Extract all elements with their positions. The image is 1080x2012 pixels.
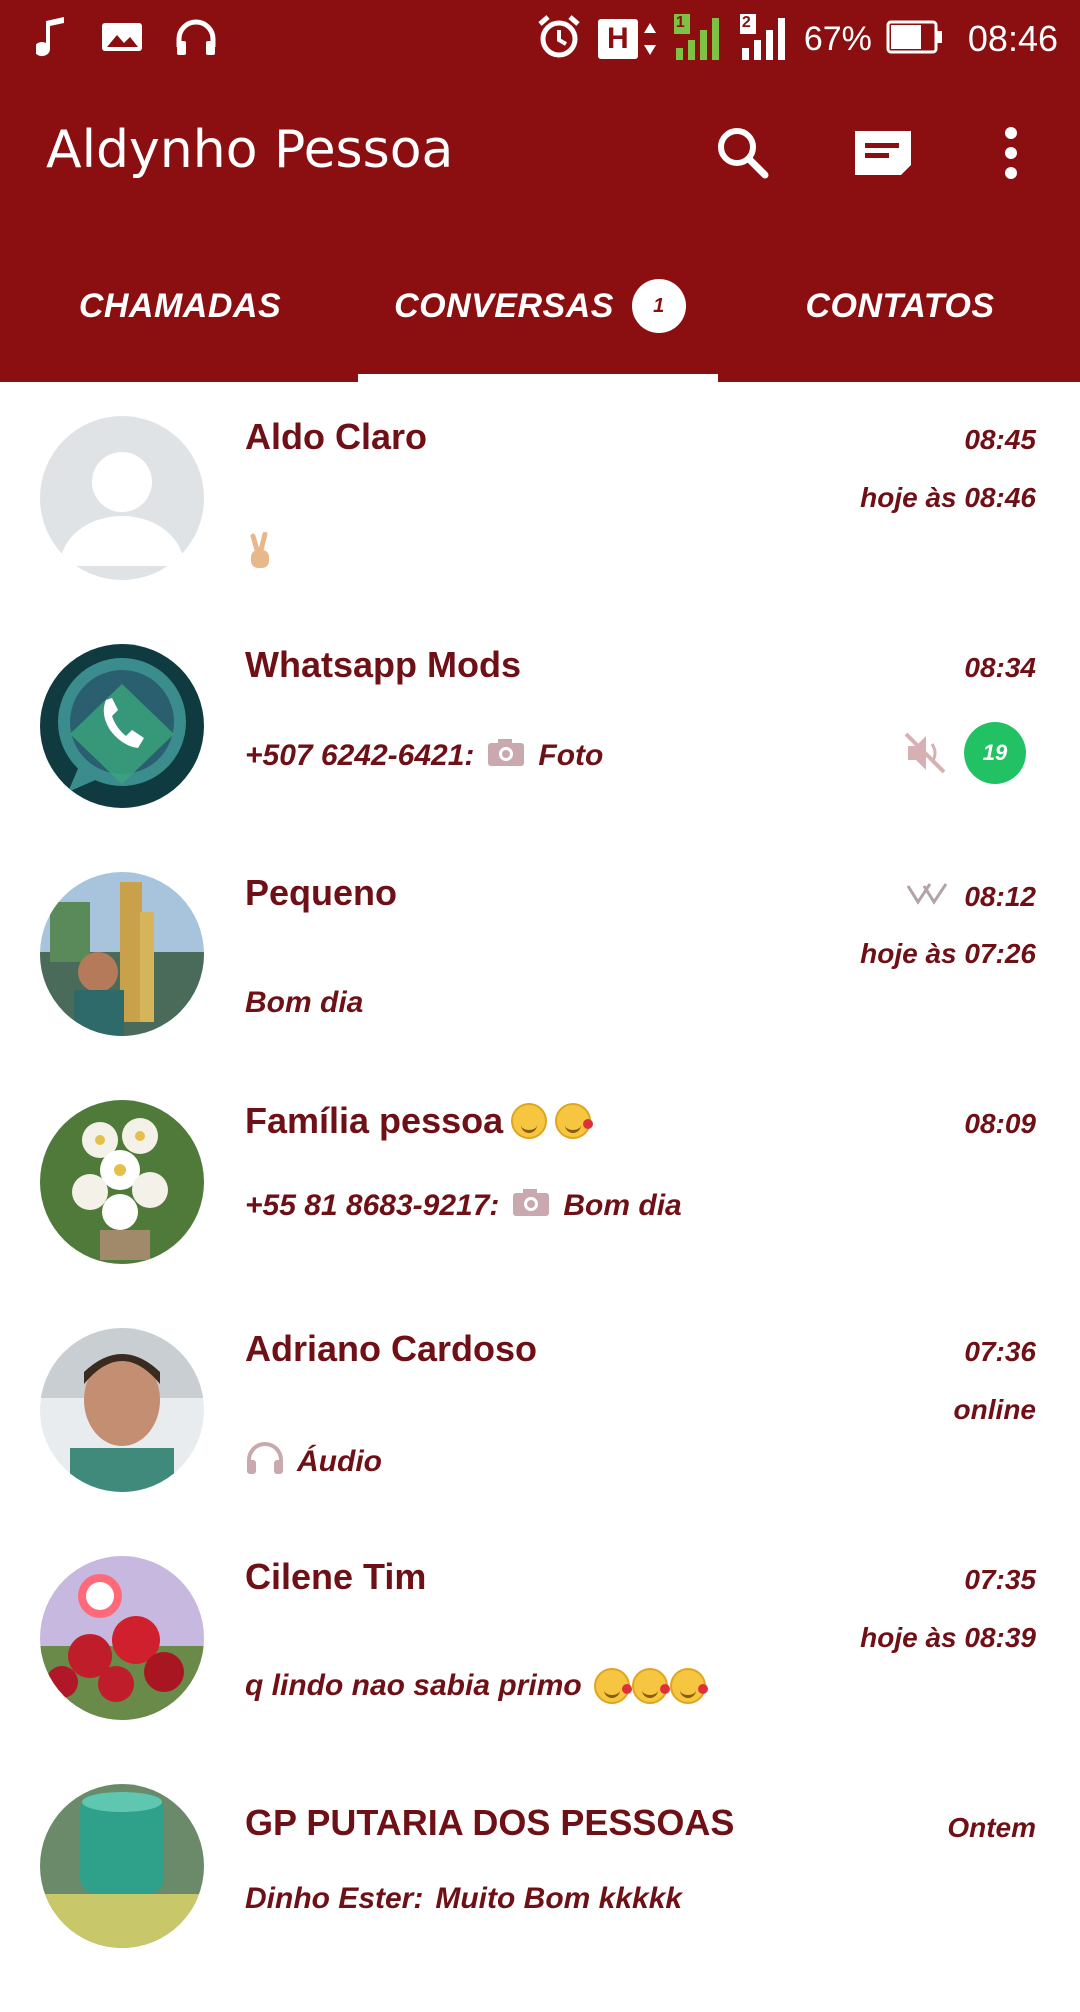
unread-badge: 19 [964, 722, 1026, 784]
contact-name: Família pessoa [245, 1100, 594, 1142]
avatar[interactable] [40, 1328, 204, 1492]
search-icon[interactable] [708, 118, 778, 188]
new-chat-icon[interactable] [848, 118, 918, 188]
avatar[interactable] [40, 416, 204, 580]
battery-icon [886, 20, 944, 59]
smile-emoji-icon [511, 1103, 548, 1139]
message-text: Bom dia [245, 986, 364, 1019]
tab-label: CHAMADAS [78, 286, 282, 325]
message-time: Ontem [947, 1812, 1036, 1843]
message-sender: +507 6242-6421: [245, 739, 475, 772]
active-tab-indicator [358, 374, 718, 382]
message-time: 08:09 [964, 1108, 1036, 1139]
avatar[interactable] [40, 1784, 204, 1948]
message-text: Foto [538, 739, 604, 772]
avatar[interactable] [40, 872, 204, 1036]
clock: 08:46 [967, 18, 1058, 59]
avatar[interactable] [40, 1556, 204, 1720]
message-time: 08:12 [906, 880, 1036, 913]
last-seen: online [953, 1394, 1036, 1425]
kiss-emoji-icon [669, 1668, 708, 1704]
music-icon [34, 15, 70, 64]
message-text: Bom dia [563, 1189, 682, 1222]
contact-name: Pequeno [245, 872, 398, 913]
message-text: q lindo nao sabia primo [245, 1669, 582, 1702]
chat-row[interactable]: Adriano Cardoso 07:36 online Áudio [0, 1328, 1080, 1556]
message-preview: +55 81 8683-9217: Bom dia [245, 1186, 682, 1226]
muted-icon [902, 730, 948, 776]
last-seen: hoje às 08:46 [860, 482, 1036, 513]
contact-name: Aldo Claro [245, 416, 428, 457]
battery-percent: 67% [803, 19, 872, 58]
status-bar: H 1 2 67% 08:46 [0, 0, 1080, 78]
status-notifications [34, 12, 218, 66]
avatar[interactable] [40, 1100, 204, 1264]
message-time: 07:35 [964, 1564, 1036, 1595]
tab-label: CONTATOS [805, 286, 995, 325]
message-sender: Dinho Ester: [245, 1882, 424, 1915]
double-check-icon [906, 880, 950, 913]
image-icon [100, 19, 144, 60]
alarm-icon [534, 12, 584, 67]
kiss-emoji-icon [555, 1103, 594, 1139]
message-preview: Bom dia [245, 986, 363, 1020]
unread-count-badge: 1 [631, 279, 686, 333]
network-icon: H [597, 19, 658, 59]
headset-icon [174, 17, 218, 62]
message-time: 08:45 [964, 424, 1036, 455]
signal-icon: 1 [672, 12, 724, 67]
signal-icon: 2 [738, 12, 790, 67]
chat-row[interactable]: Família pessoa 08:09 +55 81 8683-9217: B… [0, 1100, 1080, 1328]
tab-conversas[interactable]: CONVERSAS 1 [380, 278, 700, 334]
app-title: Aldynho Pessoa [46, 120, 454, 180]
tab-chamadas[interactable]: CHAMADAS [40, 278, 320, 334]
tab-label: CONVERSAS [394, 286, 614, 325]
message-preview: Áudio [245, 1440, 382, 1484]
status-system: H 1 2 67% 08:46 [534, 10, 1058, 68]
contact-name: Cilene Tim [245, 1556, 427, 1597]
message-text: Áudio [297, 1445, 382, 1478]
message-sender: +55 81 8683-9217: [245, 1189, 500, 1222]
kiss-emoji-icon [631, 1668, 670, 1704]
last-seen: hoje às 08:39 [860, 1622, 1036, 1653]
camera-icon [486, 736, 526, 776]
chat-row[interactable]: Cilene Tim 07:35 hoje às 08:39 q lindo n… [0, 1556, 1080, 1784]
message-preview: q lindo nao sabia primo [245, 1668, 708, 1704]
camera-icon [511, 1186, 551, 1226]
message-text: Muito Bom kkkkk [435, 1882, 683, 1915]
message-preview: +507 6242-6421: Foto [245, 736, 603, 776]
contact-name: Adriano Cardoso [245, 1328, 538, 1369]
avatar[interactable] [40, 644, 204, 808]
message-time: 08:34 [964, 652, 1036, 683]
kiss-emoji-icon [593, 1668, 632, 1704]
chat-row[interactable]: Aldo Claro 08:45 hoje às 08:46 [0, 416, 1080, 644]
message-preview: Dinho Ester: Muito Bom kkkkk [245, 1882, 682, 1916]
more-vert-icon[interactable] [976, 118, 1046, 188]
last-seen: hoje às 07:26 [860, 938, 1036, 969]
contact-name: GP PUTARIA DOS PESSOAS [245, 1802, 735, 1843]
chat-row[interactable]: Pequeno 08:12 hoje às 07:26 Bom dia [0, 872, 1080, 1100]
chat-row[interactable]: Whatsapp Mods 08:34 +507 6242-6421: Foto… [0, 644, 1080, 872]
tab-contatos[interactable]: CONTATOS [760, 278, 1040, 334]
chat-row[interactable]: GP PUTARIA DOS PESSOAS Ontem Dinho Ester… [0, 1784, 1080, 2012]
app-header: H 1 2 67% 08:46 Aldynho Pessoa CHAMADAS … [0, 0, 1080, 382]
victory-hand-icon [245, 531, 275, 580]
contact-name: Whatsapp Mods [245, 644, 521, 685]
message-time: 07:36 [964, 1336, 1036, 1367]
message-preview [245, 531, 275, 580]
headphones-icon [245, 1440, 285, 1484]
